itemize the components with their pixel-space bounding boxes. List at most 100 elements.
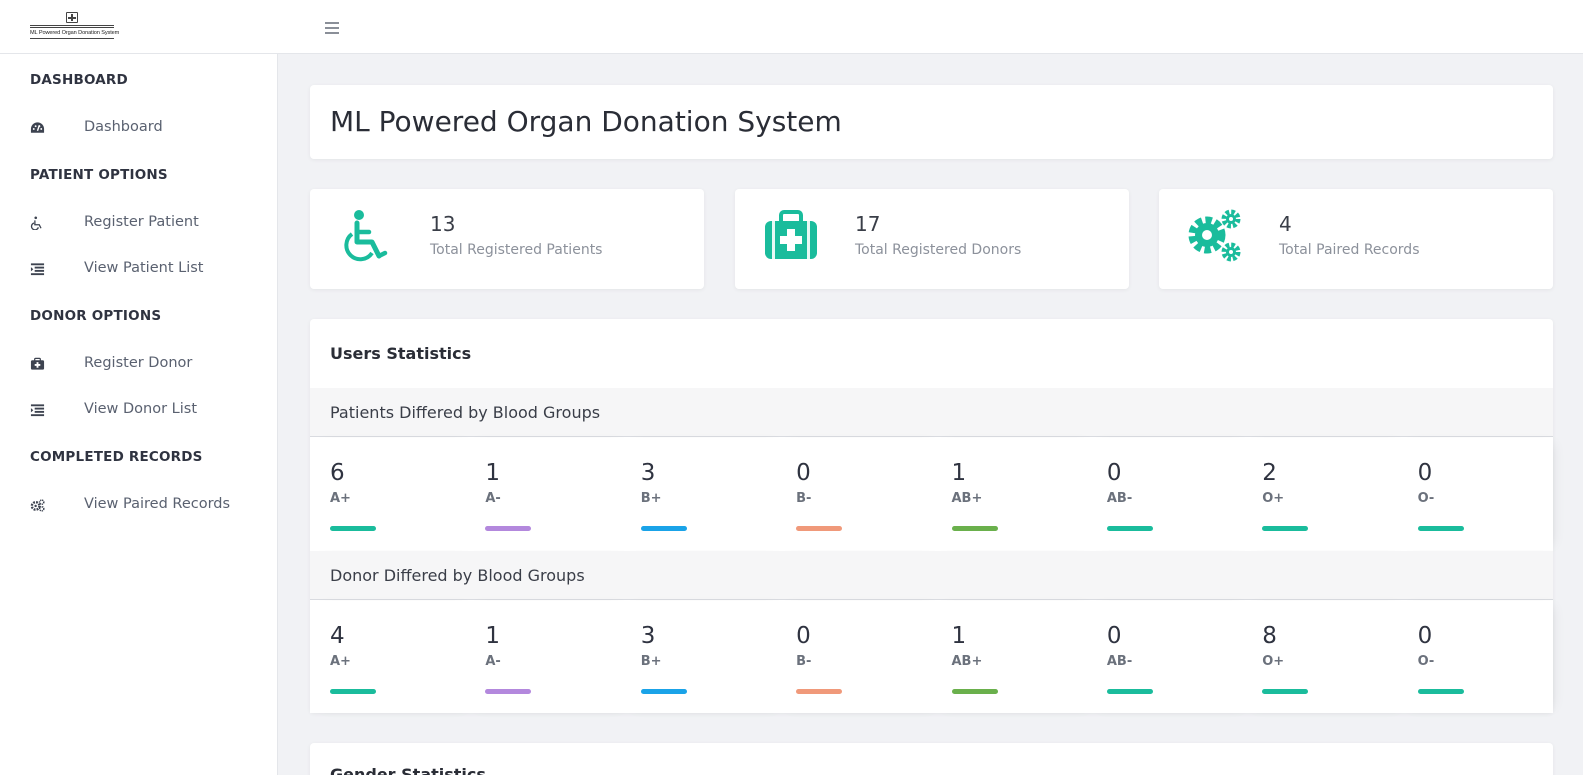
wheelchair-icon xyxy=(344,210,388,262)
blood-group-cell: 1 A- xyxy=(465,438,621,550)
sidebar-heading-dashboard: DASHBOARD xyxy=(30,72,128,88)
blood-group-count: 0 xyxy=(796,460,811,486)
sidebar-item-dashboard[interactable]: Dashboard xyxy=(0,113,277,143)
logo-divider xyxy=(30,38,114,39)
blood-group-count: 0 xyxy=(1106,460,1122,486)
stat-value: 4 xyxy=(1279,212,1292,236)
blood-group-cell: 0 AB- xyxy=(1086,601,1243,713)
blood-group-cell: 0 B- xyxy=(776,438,932,550)
blood-group-label: B+ xyxy=(640,654,662,669)
medical-cross-icon xyxy=(66,12,78,23)
group-header-title: Donor Differed by Blood Groups xyxy=(330,566,585,585)
patients-blood-groups-header: Patients Differed by Blood Groups xyxy=(310,388,1553,437)
blood-group-color-bar xyxy=(640,689,687,694)
blood-group-color-bar xyxy=(485,526,532,531)
blood-group-color-bar xyxy=(330,689,376,694)
blood-group-cell: 3 B+ xyxy=(620,601,777,713)
blood-group-label: O- xyxy=(1417,654,1435,669)
top-bar: ML Powered Organ Donation System xyxy=(0,0,1583,54)
blood-group-cell: 0 O- xyxy=(1397,601,1553,713)
blood-group-cell: 3 B+ xyxy=(620,438,777,550)
stat-label: Total Registered Patients xyxy=(430,242,603,258)
blood-group-label: AB- xyxy=(1106,654,1133,669)
sidebar-item-view-donor-list[interactable]: View Donor List xyxy=(0,395,277,425)
medkit-icon xyxy=(30,357,45,370)
gears-icon xyxy=(1188,209,1241,262)
menu-toggle-icon[interactable] xyxy=(325,22,339,34)
blood-group-cell: 0 O- xyxy=(1397,438,1553,550)
blood-group-cell: 1 AB+ xyxy=(931,601,1087,713)
blood-group-color-bar xyxy=(1262,689,1309,694)
blood-group-color-bar xyxy=(1106,689,1153,694)
donors-blood-groups-header: Donor Differed by Blood Groups xyxy=(310,551,1553,600)
blood-group-label: O+ xyxy=(1262,491,1285,506)
blood-group-count: 0 xyxy=(1106,623,1122,649)
sidebar-item-label: Register Donor xyxy=(84,355,193,371)
blood-group-count: 1 xyxy=(951,460,967,486)
sidebar-heading-completed-records: COMPLETED RECORDS xyxy=(30,449,203,465)
blood-group-color-bar xyxy=(1417,526,1464,531)
blood-group-label: AB+ xyxy=(951,654,983,669)
list-icon xyxy=(30,404,45,417)
blood-group-color-bar xyxy=(951,526,998,531)
blood-group-cell: 0 AB- xyxy=(1086,438,1243,550)
blood-group-color-bar xyxy=(1106,526,1153,531)
blood-group-count: 0 xyxy=(1417,460,1433,486)
sidebar-item-register-donor[interactable]: Register Donor xyxy=(0,349,277,379)
users-statistics-card: Users Statistics Patients Differed by Bl… xyxy=(310,319,1553,713)
blood-group-label: AB+ xyxy=(951,491,983,506)
sidebar-item-label: Dashboard xyxy=(84,119,163,135)
blood-group-label: A+ xyxy=(330,491,351,506)
blood-group-count: 1 xyxy=(485,460,501,486)
blood-group-color-bar xyxy=(1417,689,1464,694)
blood-group-count: 0 xyxy=(1417,623,1433,649)
sidebar-heading-patient-options: PATIENT OPTIONS xyxy=(30,167,168,183)
blood-group-cell: 0 B- xyxy=(776,601,932,713)
blood-group-color-bar xyxy=(1262,526,1309,531)
stat-value: 17 xyxy=(855,212,881,236)
blood-group-count: 1 xyxy=(951,623,967,649)
blood-group-label: O- xyxy=(1417,491,1435,506)
stat-card-paired: 4 Total Paired Records xyxy=(1159,189,1553,289)
sidebar: DASHBOARD Dashboard PATIENT OPTIONS Regi… xyxy=(0,54,278,775)
blood-group-cell: 8 O+ xyxy=(1242,601,1398,713)
section-title: Gender Statistics xyxy=(330,765,486,775)
blood-group-count: 3 xyxy=(640,623,656,649)
blood-group-count: 4 xyxy=(330,623,345,649)
blood-group-count: 0 xyxy=(796,623,811,649)
logo-text: ML Powered Organ Donation System xyxy=(30,30,120,36)
blood-group-count: 6 xyxy=(330,460,345,486)
app-logo[interactable]: ML Powered Organ Donation System xyxy=(30,12,120,40)
blood-group-cell: 1 AB+ xyxy=(931,438,1087,550)
list-icon xyxy=(30,263,45,276)
stat-card-donors: 17 Total Registered Donors xyxy=(735,189,1129,289)
blood-group-label: A- xyxy=(485,654,501,669)
blood-group-color-bar xyxy=(640,526,687,531)
stat-value: 13 xyxy=(430,212,456,236)
sidebar-item-register-patient[interactable]: Register Patient xyxy=(0,208,277,238)
blood-group-count: 1 xyxy=(485,623,501,649)
wheelchair-icon xyxy=(30,216,42,230)
sidebar-item-label: View Donor List xyxy=(84,401,198,417)
dashboard-icon xyxy=(30,122,45,133)
sidebar-item-label: View Patient List xyxy=(84,260,204,276)
blood-group-color-bar xyxy=(796,526,843,531)
blood-group-count: 2 xyxy=(1262,460,1277,486)
blood-group-color-bar xyxy=(485,689,532,694)
blood-group-color-bar xyxy=(330,526,376,531)
sidebar-item-label: View Paired Records xyxy=(84,496,231,512)
logo-divider xyxy=(30,27,114,28)
gears-icon xyxy=(30,499,45,512)
blood-group-count: 8 xyxy=(1262,623,1277,649)
blood-group-cell: 6 A+ xyxy=(310,438,466,550)
blood-group-label: AB- xyxy=(1106,491,1133,506)
sidebar-item-view-paired-records[interactable]: View Paired Records xyxy=(0,490,277,520)
section-title: Users Statistics xyxy=(330,344,472,363)
page-title-card: ML Powered Organ Donation System xyxy=(310,85,1553,159)
blood-group-label: A+ xyxy=(330,654,351,669)
blood-group-label: A- xyxy=(485,491,501,506)
blood-group-count: 3 xyxy=(640,460,656,486)
logo-divider xyxy=(30,25,114,26)
sidebar-item-label: Register Patient xyxy=(84,214,199,230)
sidebar-item-view-patient-list[interactable]: View Patient List xyxy=(0,254,277,284)
